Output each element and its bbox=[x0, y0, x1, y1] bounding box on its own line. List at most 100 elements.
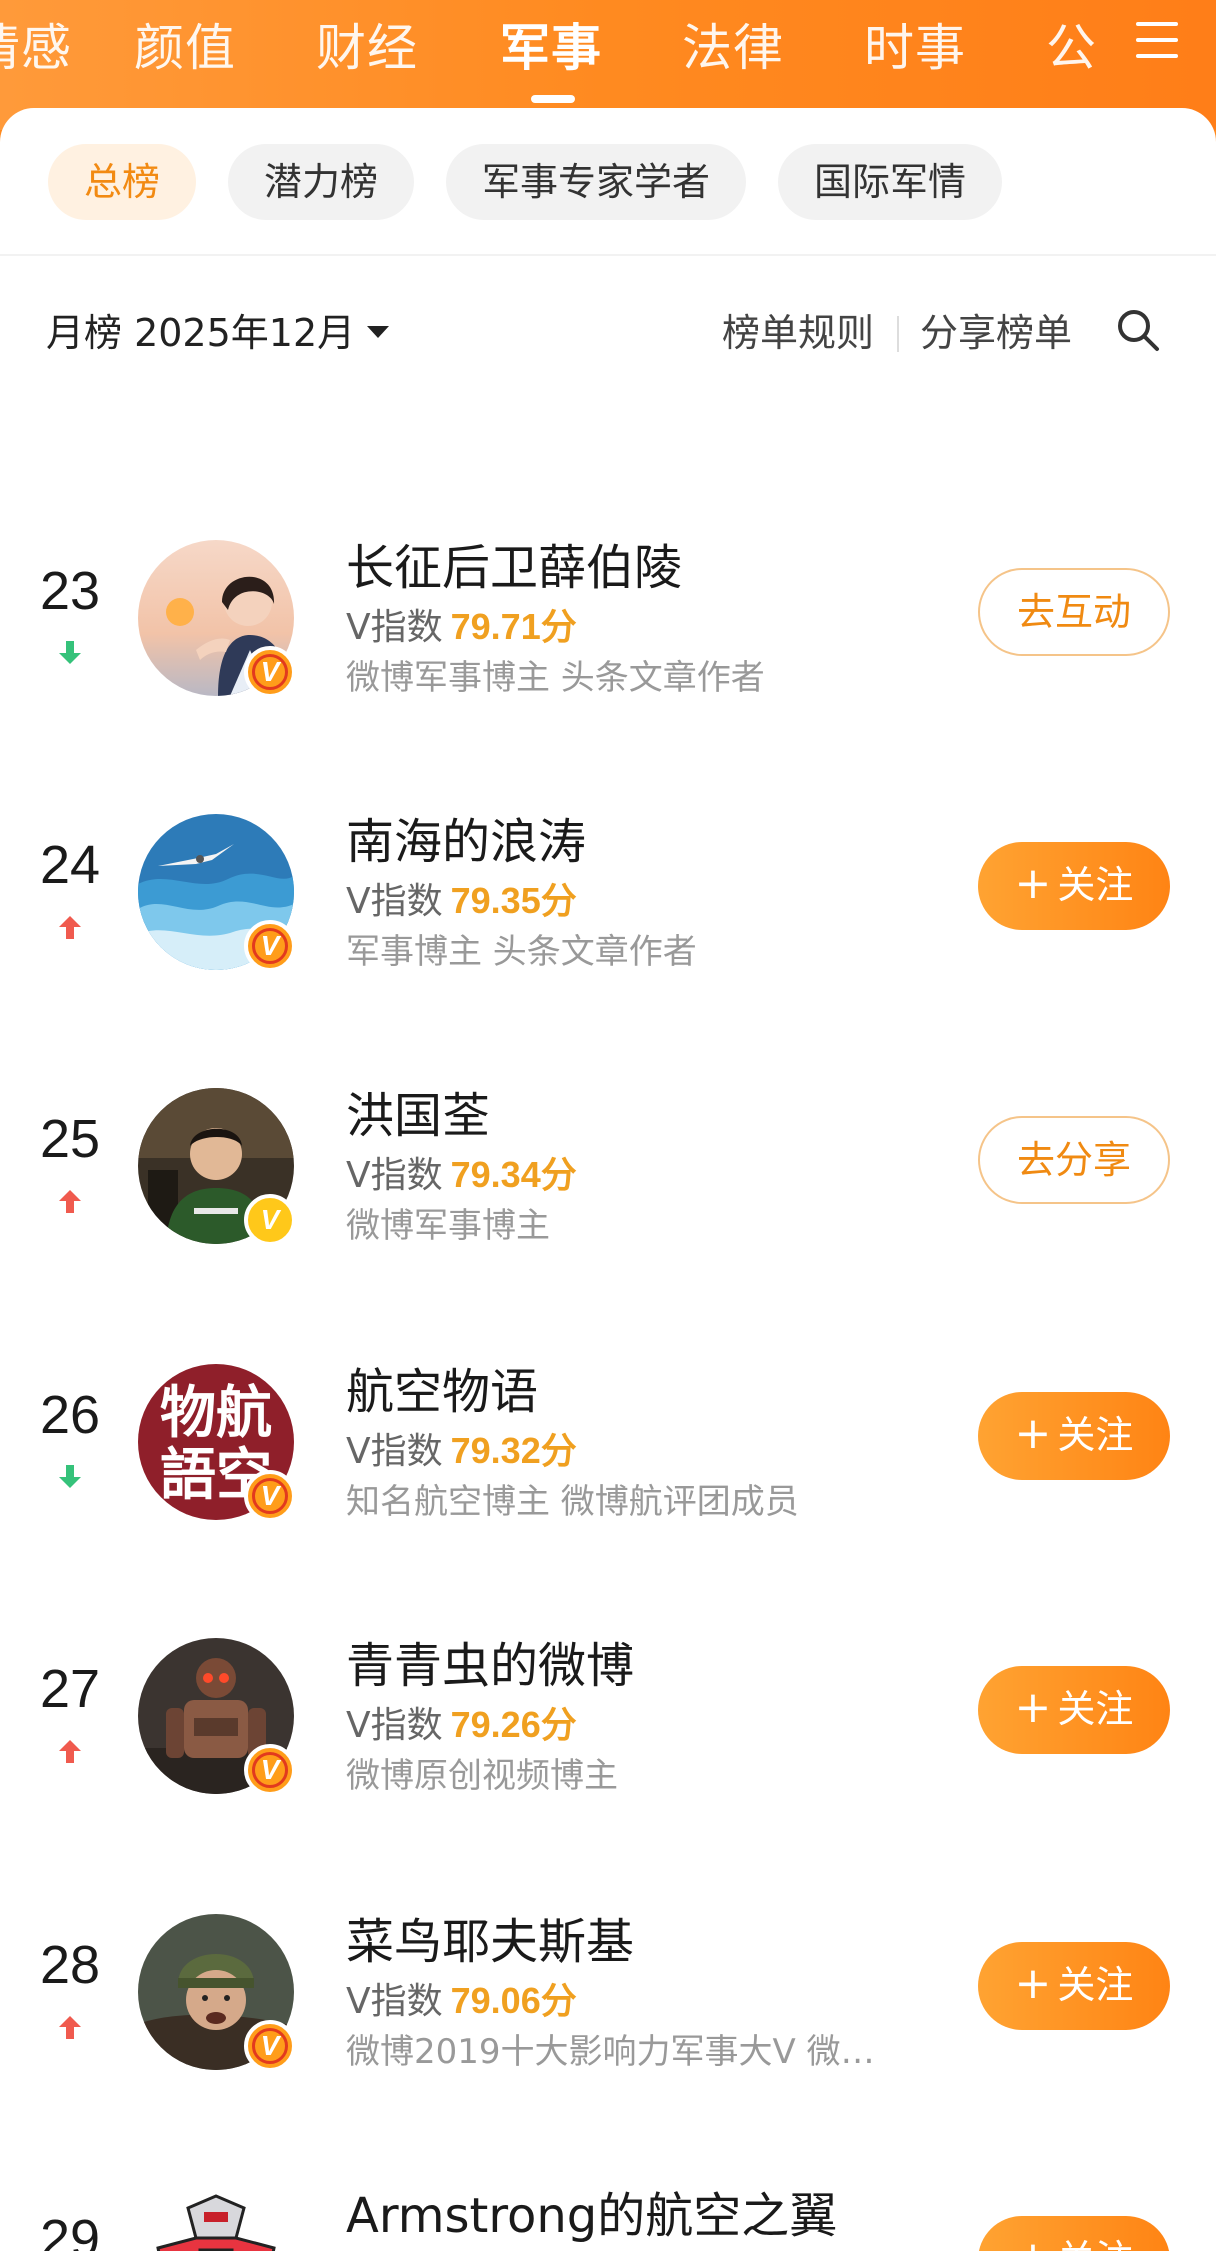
v-index: V指数 79.35分 bbox=[346, 872, 577, 924]
user-name[interactable]: 洪国荃 bbox=[346, 1076, 490, 1146]
rank-number: 27 bbox=[39, 1659, 101, 1719]
v-index-label: V指数 bbox=[346, 881, 443, 922]
action-label: 关注 bbox=[1057, 1687, 1134, 1731]
category-tab-public[interactable]: 公 bbox=[1046, 8, 1097, 80]
sub-tabs: 总榜 潜力榜 军事专家学者 国际军情 bbox=[48, 144, 1003, 220]
plus-icon: + bbox=[1014, 1958, 1052, 2009]
v-index: V指数 79.32分 bbox=[346, 1422, 577, 1474]
rules-link[interactable]: 榜单规则 bbox=[722, 302, 874, 357]
action-button[interactable]: +关注 bbox=[978, 1666, 1170, 1754]
v-index-value: 79.26分 bbox=[450, 1704, 577, 1745]
period-selector[interactable]: 月榜 2025年12月 bbox=[46, 302, 390, 357]
separator bbox=[897, 316, 899, 352]
rank-number: 28 bbox=[39, 1935, 101, 1995]
v-index: V指数78.9分 bbox=[346, 2246, 557, 2251]
avatar[interactable]: 物航 語空 V bbox=[138, 1364, 296, 1522]
user-name[interactable]: 长征后卫薛伯陵 bbox=[346, 528, 682, 598]
subtab-potential[interactable]: 潜力榜 bbox=[228, 144, 415, 220]
rank-number: 24 bbox=[39, 835, 101, 895]
search-icon[interactable] bbox=[1114, 306, 1162, 354]
active-category-indicator bbox=[531, 95, 575, 103]
action-label: 关注 bbox=[1057, 1963, 1134, 2007]
avatar[interactable]: V bbox=[138, 1914, 296, 2072]
user-name[interactable]: 南海的浪涛 bbox=[346, 802, 586, 872]
trend-up-icon bbox=[59, 2016, 81, 2039]
user-name[interactable]: 青青虫的微博 bbox=[346, 1626, 634, 1696]
v-index-value: 79.71分 bbox=[450, 606, 577, 647]
user-description: 微博军事博主 头条文章作者 bbox=[346, 658, 765, 698]
avatar[interactable]: V bbox=[138, 2188, 294, 2251]
list-item[interactable]: 23 V 长征后卫薛伯陵 V指数 79.71分 微博军事博主 头条文章作者 去互动 bbox=[0, 520, 1216, 710]
list-item[interactable]: 29VArmstrong的航空之翼V指数78.9分空军之翼网站站长 航空视频博主… bbox=[0, 2168, 1216, 2251]
v-index-value: 79.32分 bbox=[450, 1430, 577, 1471]
v-index-label: V指数 bbox=[346, 607, 443, 648]
plus-icon: + bbox=[1014, 858, 1052, 909]
trend-down-icon bbox=[59, 641, 81, 664]
rank-number: 25 bbox=[39, 1109, 101, 1169]
rank-number: 29 bbox=[39, 2209, 101, 2251]
action-button[interactable]: + 关注 bbox=[978, 2216, 1170, 2251]
avatar[interactable]: V bbox=[138, 540, 296, 698]
avatar[interactable]: V bbox=[138, 1638, 296, 1796]
plus-icon: + bbox=[1015, 2232, 1052, 2251]
action-button[interactable]: 去互动 bbox=[978, 568, 1170, 656]
filter-row: 月榜 2025年12月 榜单规则 分享榜单 bbox=[0, 294, 1216, 364]
verified-badge-icon: V bbox=[244, 920, 296, 972]
subtab-experts[interactable]: 军事专家学者 bbox=[446, 144, 747, 220]
action-label: 去互动 bbox=[1016, 590, 1131, 634]
user-description: 军事博主 头条文章作者 bbox=[346, 932, 697, 972]
caret-down-icon bbox=[367, 325, 390, 338]
category-tab-law[interactable]: 法律 bbox=[682, 8, 784, 80]
user-name[interactable]: 菜鸟耶夫斯基 bbox=[346, 1902, 634, 1972]
share-link[interactable]: 分享榜单 bbox=[920, 302, 1072, 357]
list-item[interactable]: 26 物航 語空 V 航空物语 V指数 79.32分 知名航空博主 微博航评团成员 + 关注 bbox=[0, 1344, 1216, 1534]
avatar[interactable]: V bbox=[138, 1088, 296, 1246]
list-item[interactable]: 24 V 南海的浪涛 V指数 79.35分 军事博主 头条文章作者 + 关注 bbox=[0, 794, 1216, 984]
user-description: 知名航空博主 微博航评团成员 bbox=[346, 1482, 799, 1522]
user-description: 微博2019十大影响力军事大V 微… bbox=[346, 2032, 875, 2072]
list-item[interactable]: 28 V 菜鸟耶夫斯基 V指数 79.06分 微博2019十大影响力军事大V 微… + 关注 bbox=[0, 1894, 1216, 2084]
subtab-intl[interactable]: 国际军情 bbox=[778, 144, 1003, 220]
verified-badge-icon: V bbox=[244, 2020, 296, 2072]
v-index-value: 79.35分 bbox=[450, 880, 577, 921]
plus-icon: + bbox=[1014, 1408, 1052, 1459]
category-tab-current-affairs[interactable]: 时事 bbox=[864, 8, 966, 80]
user-name[interactable]: 航空物语 bbox=[346, 1352, 538, 1422]
category-tab-finance[interactable]: 财经 bbox=[316, 8, 418, 80]
v-index-label: V指数 bbox=[346, 1431, 443, 1472]
avatar[interactable]: V bbox=[138, 814, 296, 972]
verified-badge-icon: V bbox=[244, 646, 296, 698]
action-button[interactable]: +关注 bbox=[978, 1392, 1170, 1480]
user-description: 微博军事博主 bbox=[346, 1206, 550, 1246]
user-name[interactable]: Armstrong的航空之翼 bbox=[346, 2176, 837, 2246]
action-button[interactable]: +关注 bbox=[978, 842, 1170, 930]
v-index: V指数 79.34分 bbox=[346, 1146, 577, 1198]
subtab-overall[interactable]: 总榜 bbox=[48, 144, 197, 220]
action-button[interactable]: 去分享 bbox=[978, 1116, 1170, 1204]
v-index-value: 79.34分 bbox=[450, 1154, 577, 1195]
v-index: V指数 79.71分 bbox=[346, 598, 577, 650]
action-button[interactable]: +关注 bbox=[978, 1942, 1170, 2030]
verified-badge-icon: V bbox=[244, 1194, 296, 1246]
list-item[interactable]: 27 V 青青虫的微博 V指数 79.26分 微博原创视频博主 + 关注 bbox=[0, 1618, 1216, 1808]
category-tab-military[interactable]: 军事 bbox=[500, 8, 602, 80]
trend-up-icon bbox=[59, 1190, 81, 1213]
v-index-value: 79.06分 bbox=[450, 1980, 577, 2021]
list-item[interactable]: 25 V 洪国荃 V指数 79.34分微博军事博主 去分享 bbox=[0, 1068, 1216, 1258]
trend-down-icon bbox=[59, 1465, 81, 1488]
v-index: V指数 79.26分 bbox=[346, 1696, 577, 1748]
trend-up-icon bbox=[59, 916, 81, 939]
period-label: 月榜 2025年12月 bbox=[46, 311, 356, 355]
v-index-label: V指数 bbox=[346, 1705, 443, 1746]
divider bbox=[0, 254, 1216, 256]
action-label: 去分享 bbox=[1016, 1138, 1131, 1182]
svg-text:物航: 物航 bbox=[160, 1380, 272, 1446]
menu-icon[interactable] bbox=[1136, 22, 1178, 62]
category-tab-looks[interactable]: 颜值 bbox=[134, 8, 236, 80]
category-tab-emotion[interactable]: 情感 bbox=[0, 8, 72, 80]
action-label: 关注 bbox=[1057, 2237, 1133, 2251]
ranking-card: 总榜 潜力榜 军事专家学者 国际军情 月榜 2025年12月 榜单规则 分享榜单… bbox=[0, 108, 1216, 2251]
rank-number: 23 bbox=[39, 561, 101, 621]
avatar-image bbox=[138, 2188, 294, 2251]
rank-number: 26 bbox=[39, 1385, 101, 1445]
